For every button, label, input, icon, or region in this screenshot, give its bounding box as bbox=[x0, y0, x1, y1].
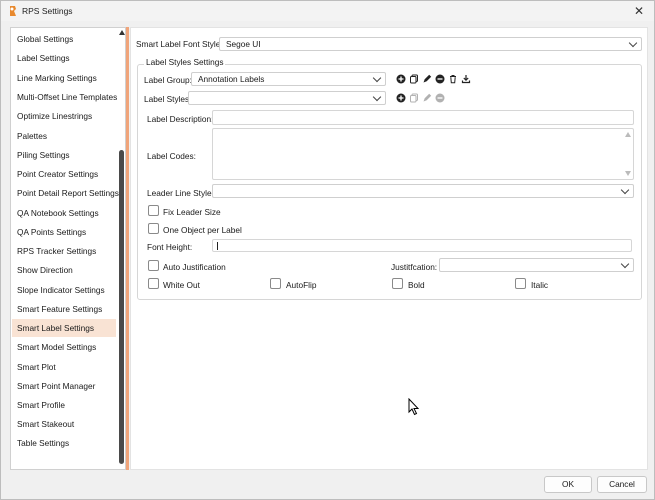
title-bar: RPS Settings ✕ bbox=[1, 1, 654, 21]
label-group-select[interactable]: Annotation Labels bbox=[191, 72, 386, 86]
cancel-button[interactable]: Cancel bbox=[597, 476, 647, 493]
copy-icon bbox=[410, 93, 418, 103]
label-group-value: Annotation Labels bbox=[198, 74, 265, 84]
close-icon: ✕ bbox=[633, 4, 645, 18]
label-styles-label: Label Styles: bbox=[144, 94, 192, 104]
mouse-pointer-icon bbox=[408, 398, 420, 416]
font-style-select[interactable]: Segoe UI bbox=[219, 37, 642, 51]
fix-leader-size-label: Fix Leader Size bbox=[163, 207, 221, 217]
smart-label-settings-panel: Smart Label Font Style: Segoe UI Label S… bbox=[130, 27, 648, 470]
pencil-icon bbox=[423, 74, 432, 83]
import-group-button[interactable] bbox=[460, 73, 472, 85]
download-icon bbox=[461, 75, 471, 84]
sidebar-item-smart-stakeout[interactable]: Smart Stakeout bbox=[12, 415, 116, 433]
text-cursor bbox=[217, 241, 218, 250]
sidebar-item-point-detail-report-settings[interactable]: Point Detail Report Settings bbox=[12, 184, 119, 202]
label-description-label: Label Description: bbox=[147, 114, 214, 124]
label-group-label: Label Group: bbox=[144, 75, 192, 85]
sidebar-item-point-creator-settings[interactable]: Point Creator Settings bbox=[12, 165, 116, 183]
label-codes-label: Label Codes: bbox=[147, 151, 196, 161]
sidebar-item-global-settings[interactable]: Global Settings bbox=[12, 30, 116, 48]
label-styles-select[interactable] bbox=[188, 91, 386, 105]
minus-circle-icon bbox=[435, 74, 445, 84]
trash-icon bbox=[450, 75, 456, 84]
italic-checkbox[interactable] bbox=[515, 278, 526, 289]
one-object-per-label-label: One Object per Label bbox=[163, 225, 242, 235]
minus-circle-icon bbox=[435, 93, 445, 103]
add-group-button[interactable] bbox=[395, 73, 407, 85]
app-icon bbox=[10, 6, 16, 16]
italic-label: Italic bbox=[531, 280, 549, 290]
sidebar-item-multi-offset-line-templates[interactable]: Multi-Offset Line Templates bbox=[12, 88, 117, 106]
ok-button[interactable]: OK bbox=[544, 476, 592, 493]
autoflip-checkbox[interactable] bbox=[270, 278, 281, 289]
sidebar-item-label-settings[interactable]: Label Settings bbox=[12, 49, 116, 67]
panel-splitter[interactable] bbox=[126, 27, 129, 470]
remove-group-button[interactable] bbox=[434, 73, 446, 85]
copy-group-button[interactable] bbox=[408, 73, 420, 85]
chevron-down-icon bbox=[620, 259, 630, 269]
copy-style-button[interactable] bbox=[408, 92, 420, 104]
remove-style-button[interactable] bbox=[434, 92, 446, 104]
sidebar-item-piling-settings[interactable]: Piling Settings bbox=[12, 146, 116, 164]
scroll-down-arrow-icon[interactable] bbox=[625, 171, 631, 176]
leader-line-style-select[interactable] bbox=[212, 184, 634, 198]
justification-select[interactable] bbox=[439, 258, 634, 272]
chevron-down-icon bbox=[372, 92, 382, 102]
pencil-icon bbox=[423, 93, 432, 102]
close-button[interactable]: ✕ bbox=[624, 1, 654, 21]
window-title: RPS Settings bbox=[22, 6, 73, 16]
settings-sidebar: Global Settings Label Settings Line Mark… bbox=[10, 27, 126, 470]
scroll-up-arrow-icon[interactable] bbox=[119, 30, 125, 35]
edit-style-button[interactable] bbox=[421, 92, 433, 104]
chevron-down-icon bbox=[620, 185, 630, 195]
sidebar-item-smart-label-settings[interactable]: Smart Label Settings bbox=[12, 319, 116, 337]
sidebar-item-table-settings[interactable]: Table Settings bbox=[12, 434, 116, 452]
white-out-label: White Out bbox=[163, 280, 200, 290]
settings-window: RPS Settings ✕ Global Settings Label Set… bbox=[0, 0, 655, 500]
sidebar-item-palettes[interactable]: Palettes bbox=[12, 127, 116, 145]
white-out-checkbox[interactable] bbox=[148, 278, 159, 289]
font-height-input[interactable] bbox=[212, 239, 632, 252]
justification-label: Justitfcation: bbox=[391, 262, 438, 272]
copy-icon bbox=[410, 74, 418, 84]
scroll-up-arrow-icon[interactable] bbox=[625, 132, 631, 137]
sidebar-item-qa-notebook-settings[interactable]: QA Notebook Settings bbox=[12, 204, 116, 222]
one-object-per-label-checkbox[interactable] bbox=[148, 223, 159, 234]
bold-checkbox[interactable] bbox=[392, 278, 403, 289]
sidebar-item-smart-model-settings[interactable]: Smart Model Settings bbox=[12, 338, 116, 356]
sidebar-item-slope-indicator-settings[interactable]: Slope Indicator Settings bbox=[12, 281, 116, 299]
autoflip-label: AutoFlip bbox=[286, 280, 317, 290]
scrollbar-thumb[interactable] bbox=[119, 150, 124, 464]
sidebar-item-qa-points-settings[interactable]: QA Points Settings bbox=[12, 223, 116, 241]
chevron-down-icon bbox=[372, 73, 382, 83]
auto-justification-checkbox[interactable] bbox=[148, 260, 159, 271]
font-height-label: Font Height: bbox=[147, 242, 193, 252]
add-style-button[interactable] bbox=[395, 92, 407, 104]
sidebar-item-show-direction[interactable]: Show Direction bbox=[12, 261, 116, 279]
bold-label: Bold bbox=[408, 280, 425, 290]
sidebar-scrollbar[interactable] bbox=[118, 28, 126, 469]
sidebar-item-line-marking-settings[interactable]: Line Marking Settings bbox=[12, 69, 116, 87]
sidebar-item-smart-feature-settings[interactable]: Smart Feature Settings bbox=[12, 300, 116, 318]
sidebar-item-smart-plot[interactable]: Smart Plot bbox=[12, 358, 116, 376]
delete-group-button[interactable] bbox=[447, 73, 459, 85]
leader-line-style-label: Leader Line Style: bbox=[147, 188, 214, 198]
fix-leader-size-checkbox[interactable] bbox=[148, 205, 159, 216]
label-codes-textarea[interactable] bbox=[212, 128, 634, 180]
add-circle-icon bbox=[396, 74, 406, 84]
font-style-label: Smart Label Font Style: bbox=[136, 39, 223, 49]
chevron-down-icon bbox=[628, 38, 638, 48]
edit-group-button[interactable] bbox=[421, 73, 433, 85]
auto-justification-label: Auto Justification bbox=[163, 262, 226, 272]
sidebar-item-optimize-linestrings[interactable]: Optimize Linestrings bbox=[12, 107, 116, 125]
label-styles-group-title: Label Styles Settings bbox=[144, 57, 226, 67]
sidebar-item-rps-tracker-settings[interactable]: RPS Tracker Settings bbox=[12, 242, 116, 260]
sidebar-item-smart-profile[interactable]: Smart Profile bbox=[12, 396, 116, 414]
font-style-value: Segoe UI bbox=[226, 39, 261, 49]
label-description-input[interactable] bbox=[212, 110, 634, 125]
sidebar-item-smart-point-manager[interactable]: Smart Point Manager bbox=[12, 377, 116, 395]
add-circle-icon bbox=[396, 93, 406, 103]
